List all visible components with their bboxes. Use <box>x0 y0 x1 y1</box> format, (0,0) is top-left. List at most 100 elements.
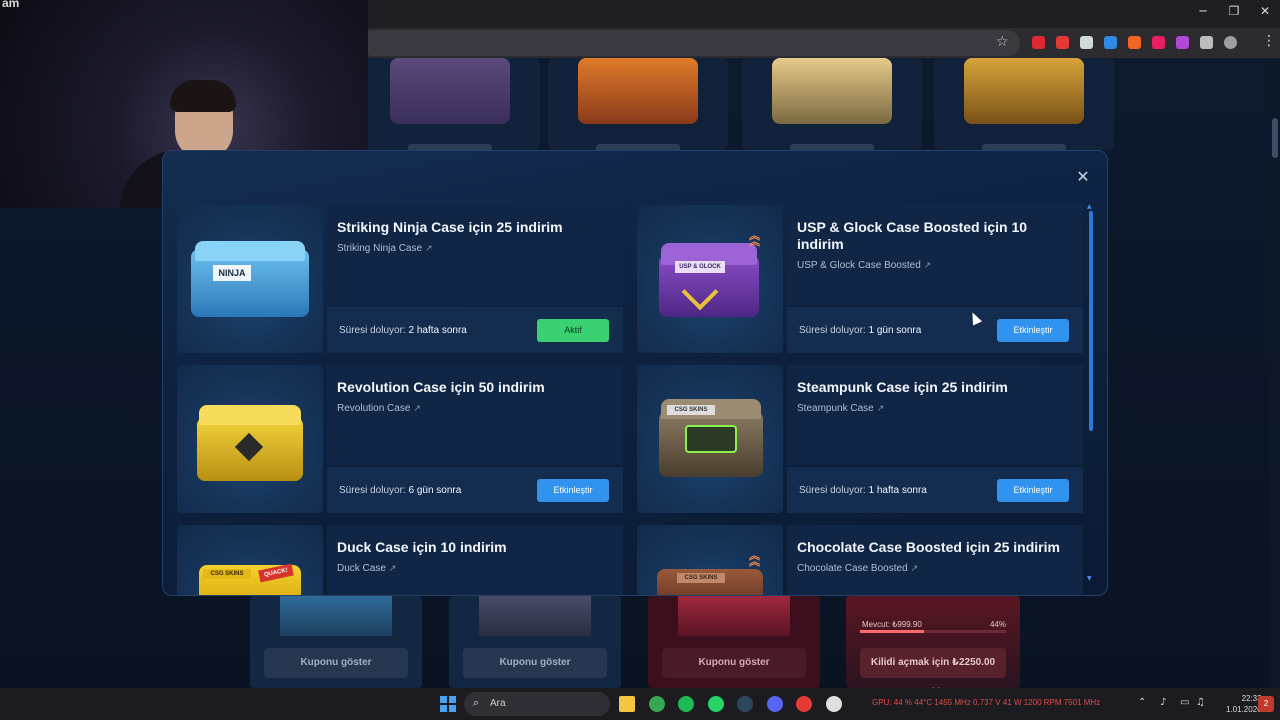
discount-card: Revolution Case için 50 indirim Revoluti… <box>177 365 623 513</box>
microphone-icon[interactable]: ♪ <box>1160 697 1166 708</box>
card-body: Duck Case için 10 indirim Duck Case ↗ <box>327 525 623 595</box>
expiry-value: 6 gün sonra <box>408 485 462 496</box>
expiry-value: 2 hafta sonra <box>408 325 467 336</box>
case-link[interactable]: Duck Case ↗ <box>337 563 396 574</box>
case-link[interactable]: Steampunk Case ↗ <box>797 403 884 414</box>
ext-orange-icon[interactable] <box>1128 36 1141 49</box>
show-coupon-button[interactable]: Kuponu göster <box>264 648 408 678</box>
chrome-icon[interactable] <box>648 696 665 712</box>
whatsapp-icon[interactable] <box>707 696 724 712</box>
ext-purple-icon[interactable] <box>1176 36 1189 49</box>
case-image: USP & GLOCK ︽ ︽ <box>637 205 783 353</box>
unlock-button[interactable]: Kilidi açmak için ₺2250.00 yükle <box>860 648 1006 698</box>
card-body: Chocolate Case Boosted için 25 indirim C… <box>787 525 1083 595</box>
external-link-icon: ↗ <box>923 261 932 271</box>
expiry-label: Süresi doluyor: <box>339 325 406 336</box>
discount-card: CSG SKINS Steampunk Case için 25 indirim… <box>637 365 1083 513</box>
card-title: Revolution Case için 50 indirim <box>337 379 545 395</box>
card-body: Striking Ninja Case için 25 indirim Stri… <box>327 205 623 305</box>
close-window-icon[interactable]: ✕ <box>1250 4 1280 18</box>
card-footer: Süresi doluyor: 1 hafta sonra Etkinleşti… <box>787 467 1083 513</box>
card-title: USP & Glock Case Boosted için 10 indirim <box>797 219 1028 252</box>
case-name: Duck Case <box>337 563 386 574</box>
modal-scroll-down-icon[interactable]: ▼ <box>1087 575 1092 582</box>
gpu-stats: GPU: 44 % 44°C 1455 MHz 0.737 V 41 W 120… <box>872 698 1101 707</box>
activate-button[interactable]: Etkinleştir <box>997 479 1069 502</box>
steam-icon[interactable] <box>737 696 753 712</box>
discount-card: NINJA Striking Ninja Case için 25 indiri… <box>177 205 623 353</box>
discord-icon[interactable] <box>766 696 783 712</box>
expiry-label: Süresi doluyor: <box>339 485 406 496</box>
card-footer: Süresi doluyor: 1 gün sonra Etkinleştir <box>787 307 1083 353</box>
start-tile <box>440 696 447 703</box>
ext-red-icon[interactable] <box>1032 36 1045 49</box>
case-link[interactable]: Chocolate Case Boosted ↗ <box>797 563 918 574</box>
discounts-modal: ✕ ▲ ▼ NINJA Striking Ninja Case için 25 … <box>162 150 1108 596</box>
case-link[interactable]: Revolution Case ↗ <box>337 403 421 414</box>
close-icon[interactable]: ✕ <box>1073 167 1093 187</box>
search-placeholder: Ara <box>490 698 506 709</box>
address-bar[interactable] <box>360 30 1020 56</box>
bg-case-image <box>390 58 510 124</box>
bg-case-card[interactable] <box>742 58 922 150</box>
case-link[interactable]: USP & Glock Case Boosted ↗ <box>797 260 931 271</box>
coupon-card: Kuponu göster <box>648 596 820 688</box>
case-link[interactable]: Striking Ninja Case ↗ <box>337 243 433 254</box>
ext-cloud-icon[interactable] <box>1080 36 1093 49</box>
file-explorer-icon[interactable] <box>619 696 635 712</box>
ext-youtube-icon[interactable] <box>1056 36 1069 49</box>
show-coupon-button[interactable]: Kuponu göster <box>662 648 806 678</box>
clock[interactable]: 22:33 1.01.2026 <box>1226 693 1262 715</box>
browser-menu-icon[interactable]: ⋮ <box>1262 33 1276 49</box>
bg-case-card[interactable] <box>360 58 540 150</box>
duck-badge: CSG SKINS <box>203 569 251 579</box>
notification-badge[interactable]: 2 <box>1258 696 1274 712</box>
progress-fill <box>860 630 925 633</box>
coupon-case-image <box>678 596 790 636</box>
restore-icon[interactable]: ❐ <box>1219 4 1249 18</box>
bookmark-star-icon[interactable]: ☆ <box>996 34 1009 50</box>
card-title: Steampunk Case için 25 indirim <box>797 379 1008 395</box>
boosted-chevron-icon: ︽ ︽ <box>749 229 760 248</box>
person-hair <box>170 80 236 112</box>
app-red-icon[interactable] <box>796 696 812 712</box>
case-name: Chocolate Case Boosted <box>797 563 908 574</box>
active-button[interactable]: Aktif <box>537 319 609 342</box>
webcam-corner-text: am <box>2 0 20 10</box>
external-link-icon: ↗ <box>413 404 421 414</box>
bg-case-card[interactable] <box>934 58 1114 150</box>
coupon-case-image <box>280 596 392 636</box>
available-balance: Mevcut: ₺999.90 <box>862 620 922 629</box>
bg-case-image <box>578 58 698 124</box>
tray-chevron-icon[interactable]: ⌃ <box>1138 697 1146 708</box>
discount-card: CSG SKINS ︽ ︽ Chocolate Case Boosted için… <box>637 525 1083 595</box>
card-body: USP & Glock Case Boosted için 10 indirim… <box>787 205 1083 305</box>
spotify-icon[interactable] <box>678 696 694 712</box>
clock-time: 22:33 <box>1241 694 1262 703</box>
modal-scroll-up-icon[interactable]: ▲ <box>1087 203 1092 210</box>
ext-blue-icon[interactable] <box>1104 36 1117 49</box>
case-name: Steampunk Case <box>797 403 874 414</box>
ext-tp-icon[interactable] <box>1152 36 1165 49</box>
windows-start-icon[interactable] <box>440 696 456 712</box>
profile-avatar-icon[interactable] <box>1224 36 1237 49</box>
case-image: CSG SKINS ︽ ︽ <box>637 525 783 595</box>
taskbar-search[interactable]: ⌕ Ara <box>464 692 610 716</box>
bg-case-card[interactable] <box>548 58 728 150</box>
activate-button[interactable]: Etkinleştir <box>997 319 1069 342</box>
modal-scrollbar[interactable] <box>1089 211 1093 431</box>
coupon-case-image <box>479 596 591 636</box>
coupon-card: Kuponu göster <box>250 596 422 688</box>
show-coupon-button[interactable]: Kuponu göster <box>463 648 607 678</box>
app-rocket-icon[interactable] <box>825 696 842 712</box>
card-body: Revolution Case için 50 indirim Revoluti… <box>327 365 623 465</box>
ext-puzzle-icon[interactable] <box>1200 36 1213 49</box>
coupon-card: Kuponu göster <box>449 596 621 688</box>
steampunk-badge: CSG SKINS <box>667 405 715 415</box>
network-icon[interactable]: ▭ <box>1180 697 1189 708</box>
volume-icon[interactable]: ♫ <box>1196 697 1205 708</box>
minimize-icon[interactable]: ─ <box>1188 4 1218 18</box>
start-tile <box>440 705 447 712</box>
page-scrollbar-thumb[interactable] <box>1272 118 1278 158</box>
activate-button[interactable]: Etkinleştir <box>537 479 609 502</box>
